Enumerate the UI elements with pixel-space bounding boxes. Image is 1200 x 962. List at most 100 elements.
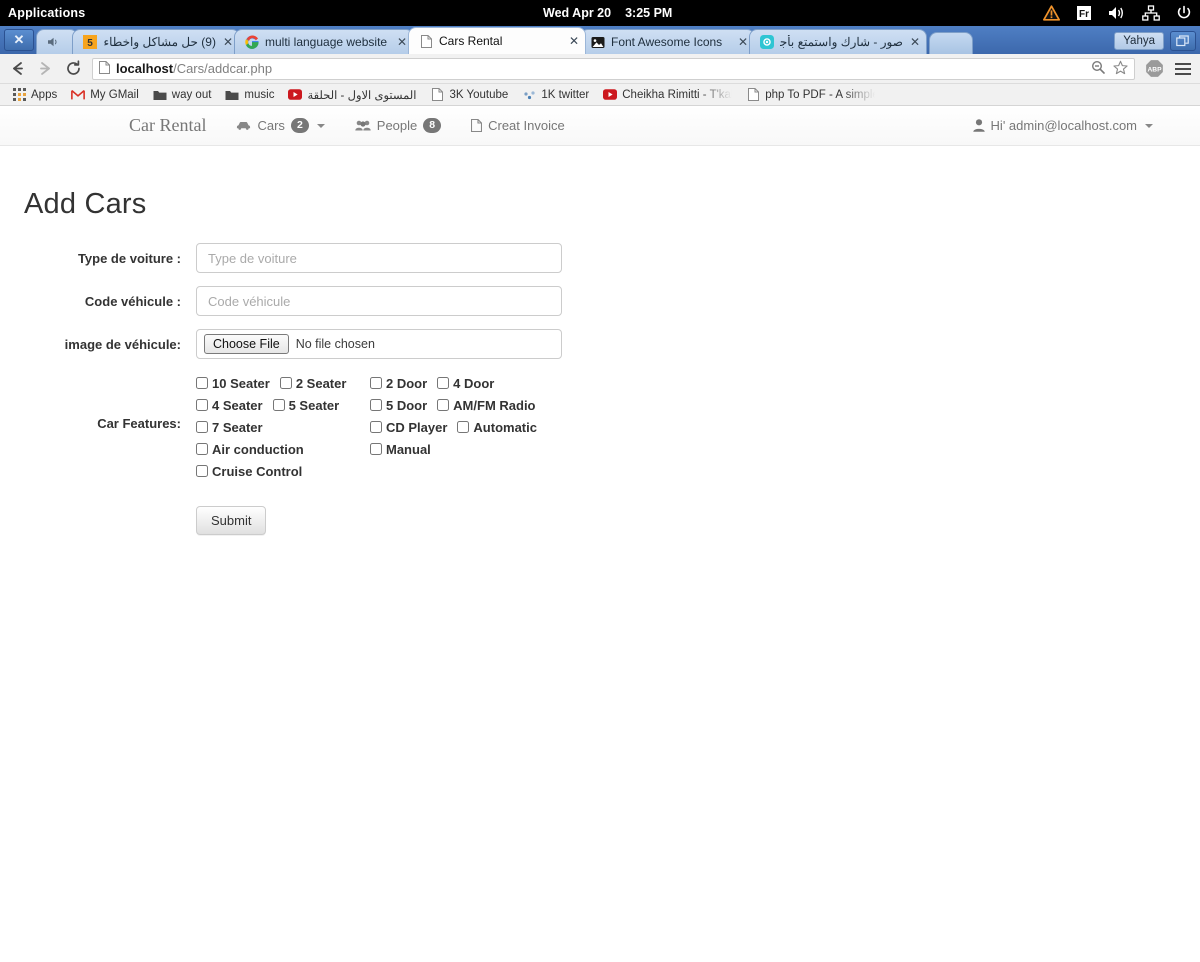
- user-greeting: Hi' admin@localhost.com: [990, 118, 1137, 133]
- feature-checkbox[interactable]: [196, 465, 208, 477]
- feature-label: 2 Seater: [295, 375, 347, 391]
- address-bar[interactable]: localhost/Cars/addcar.php: [92, 57, 1135, 80]
- car-icon: [236, 120, 251, 131]
- feature-checkbox[interactable]: [196, 377, 208, 389]
- power-icon[interactable]: [1176, 5, 1192, 21]
- tab-close-icon[interactable]: ✕: [738, 35, 748, 49]
- type-de-voiture-input[interactable]: [196, 243, 562, 273]
- tab-close-icon[interactable]: ✕: [910, 35, 920, 49]
- user-menu[interactable]: Hi' admin@localhost.com: [958, 106, 1168, 146]
- image-file-input[interactable]: Choose File No file chosen: [196, 329, 562, 359]
- feature-5-seater[interactable]: 5 Seater: [272, 397, 340, 413]
- bookmark-item[interactable]: 1K twitter: [516, 86, 595, 104]
- applications-menu[interactable]: Applications: [8, 6, 85, 20]
- feature-2-seater[interactable]: 2 Seater: [279, 375, 347, 391]
- bookmark-item[interactable]: 3K Youtube: [424, 86, 514, 104]
- bookmark-item[interactable]: Cheikha Rimitti - T'kalbi: [597, 86, 738, 104]
- feature-checkbox[interactable]: [437, 377, 450, 389]
- dots-icon: [522, 88, 536, 102]
- browser-tab[interactable]: Font Awesome Icons ✕: [580, 29, 755, 54]
- tab-close-icon[interactable]: ✕: [397, 35, 407, 49]
- submit-button[interactable]: Submit: [196, 506, 267, 535]
- svg-text:ABP: ABP: [1147, 67, 1162, 74]
- apps-grid-icon: [12, 88, 26, 102]
- star-icon[interactable]: [1113, 60, 1128, 78]
- bookmark-item[interactable]: المستوى الاول - الحلقة: [282, 86, 422, 104]
- instagram-icon: [759, 34, 775, 50]
- profile-name-button[interactable]: Yahya: [1114, 32, 1164, 50]
- choose-file-button[interactable]: Choose File: [204, 334, 289, 354]
- window-restore-icon[interactable]: [1170, 31, 1196, 51]
- feature-checkbox[interactable]: [370, 399, 382, 411]
- bookmark-item[interactable]: Apps: [6, 86, 63, 104]
- back-button[interactable]: [8, 60, 26, 77]
- feature-checkbox[interactable]: [370, 443, 382, 455]
- feature-checkbox[interactable]: [457, 421, 470, 433]
- browser-tab[interactable]: صور - شارك واستمتع بأجم ✕: [749, 29, 927, 54]
- feature-checkbox[interactable]: [196, 443, 208, 455]
- submit-spacer: [0, 506, 196, 535]
- nav-link-cars[interactable]: Cars 2: [221, 106, 339, 146]
- site-brand[interactable]: Car Rental: [114, 115, 221, 136]
- feature-cruise-control[interactable]: Cruise Control: [196, 464, 302, 479]
- feature-checkbox[interactable]: [196, 421, 208, 433]
- feature-7-seater[interactable]: 7 Seater: [196, 420, 263, 435]
- tab-strip: ✕ 5(9) حل مشاكل واخطاء برم✕multi languag…: [0, 26, 1200, 54]
- volume-icon[interactable]: [1108, 5, 1126, 21]
- feature-cd-player[interactable]: CD Player: [370, 420, 447, 435]
- feature-automatic[interactable]: Automatic: [457, 420, 537, 435]
- os-clock[interactable]: Wed Apr 20 3:25 PM: [543, 6, 672, 20]
- hamburger-menu-icon[interactable]: [1174, 61, 1192, 77]
- feature-checkbox[interactable]: [437, 399, 450, 411]
- feature-2-door[interactable]: 2 Door: [370, 376, 427, 391]
- chevron-down-icon: [316, 123, 325, 128]
- feature-checkbox[interactable]: [196, 399, 208, 411]
- bookmark-label: المستوى الاول - الحلقة: [307, 89, 417, 102]
- bookmark-item[interactable]: My GMail: [65, 86, 145, 104]
- forward-button[interactable]: [36, 60, 54, 77]
- code-vehicule-input[interactable]: [196, 286, 562, 316]
- adblock-icon[interactable]: ABP: [1145, 59, 1164, 78]
- new-tab-button[interactable]: [929, 32, 973, 54]
- nav-link-people[interactable]: People 8: [340, 106, 456, 146]
- window-close-button[interactable]: ✕: [4, 29, 34, 51]
- tab-title: Cars Rental: [439, 34, 503, 48]
- os-date: Wed Apr 20: [543, 6, 612, 20]
- feature-label: Air conduction: [212, 441, 304, 457]
- tab-close-icon[interactable]: ✕: [223, 35, 233, 49]
- bookmark-item[interactable]: way out: [147, 86, 218, 104]
- browser-tab[interactable]: Cars Rental ✕: [408, 27, 586, 54]
- label-car-features: Car Features:: [97, 416, 181, 431]
- feature-checkbox[interactable]: [370, 421, 382, 433]
- url-path: /Cars/addcar.php: [173, 61, 273, 76]
- feature-4-door[interactable]: 4 Door: [437, 376, 494, 391]
- bookmark-item[interactable]: music: [219, 86, 280, 104]
- zoom-out-icon[interactable]: [1091, 60, 1105, 77]
- nav-link-creat-invoice[interactable]: Creat Invoice: [456, 106, 580, 146]
- keyboard-layout-icon[interactable]: Fr: [1076, 5, 1092, 21]
- nav-link-label: People: [376, 118, 418, 133]
- tab-close-icon[interactable]: ✕: [569, 34, 579, 48]
- feature-5-door[interactable]: 5 Door: [370, 398, 427, 413]
- feature-manual[interactable]: Manual: [370, 442, 431, 457]
- feature-checkbox[interactable]: [272, 399, 285, 411]
- feature-air-conduction[interactable]: Air conduction: [196, 442, 304, 457]
- feature-label: 5 Seater: [288, 397, 340, 413]
- browser-tab[interactable]: 5 (9) حل مشاكل واخطاء برم ✕: [72, 29, 240, 54]
- bookmark-item[interactable]: php To PDF - A simple: [740, 86, 881, 104]
- feature-10-seater[interactable]: 10 Seater: [196, 376, 270, 391]
- page-info-icon[interactable]: [99, 60, 110, 77]
- page-content: Add Cars Type de voiture : Code véhicule…: [0, 188, 1200, 535]
- user-icon: [972, 119, 985, 132]
- nav-badge: 2: [290, 118, 309, 133]
- feature-checkbox[interactable]: [370, 377, 382, 389]
- warning-icon[interactable]: [1043, 5, 1060, 21]
- feature-am-fm-radio[interactable]: AM/FM Radio: [437, 398, 536, 413]
- network-icon[interactable]: [1142, 5, 1160, 21]
- nav-link-label: Cars: [257, 118, 285, 133]
- browser-tab[interactable]: multi language website - G ✕: [234, 29, 414, 54]
- bookmark-label: way out: [171, 88, 212, 101]
- reload-button[interactable]: [64, 60, 82, 77]
- feature-checkbox[interactable]: [279, 377, 292, 389]
- feature-4-seater[interactable]: 4 Seater: [196, 398, 263, 413]
